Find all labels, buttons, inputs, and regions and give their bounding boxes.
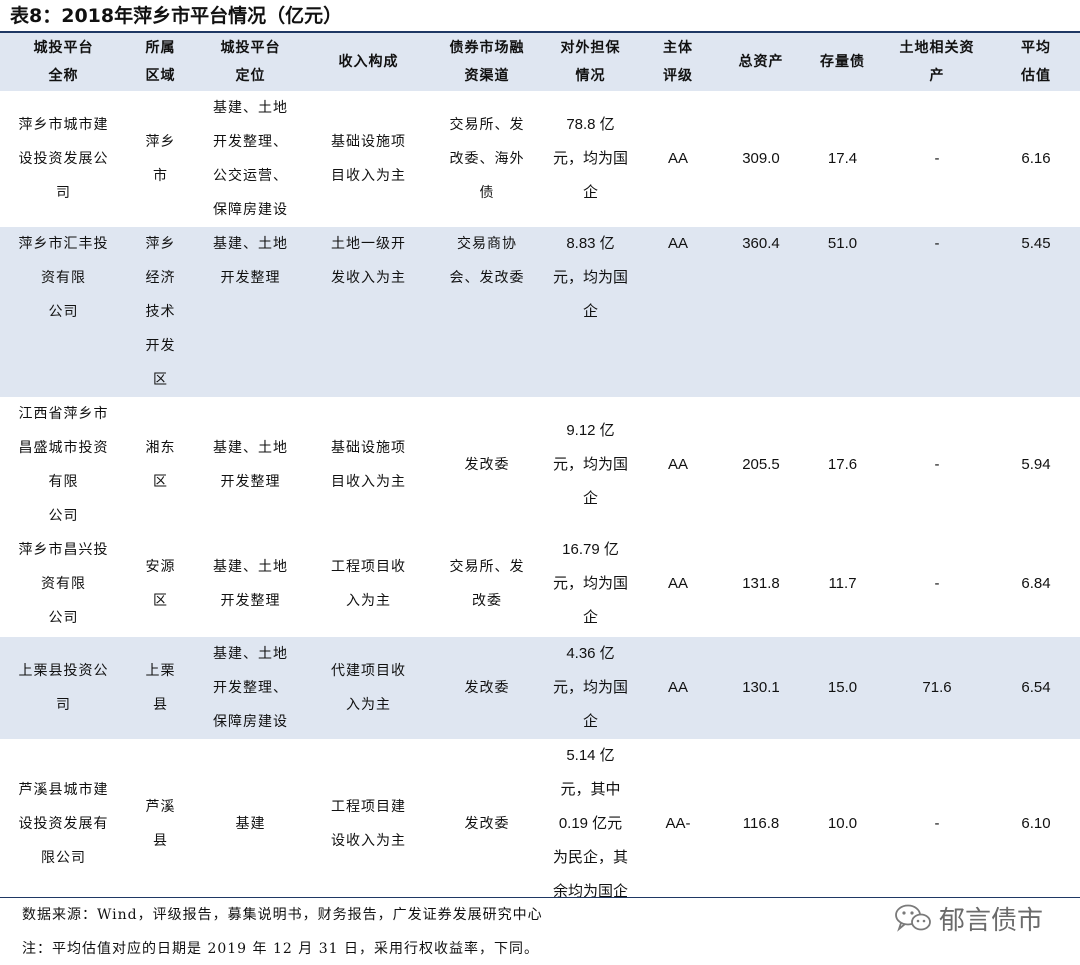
- table-row: 芦溪县城市建 设投资发展有 限公司 芦溪 县 基建 工程项目建 设收入为主 发改…: [0, 739, 1080, 909]
- cell-rating: AA: [667, 456, 688, 473]
- cell-positioning: 基建、土地 开发整理: [213, 559, 288, 609]
- cell-guarantee: 4.36 亿 元，均为国 企: [544, 637, 637, 739]
- cell-land-assets: -: [934, 815, 940, 832]
- cell-revenue: 土地一级开 发收入为主: [307, 227, 430, 397]
- cell-land-assets: -: [882, 227, 992, 397]
- cell-rating: AA: [667, 150, 688, 167]
- cell-rating: AA: [667, 575, 688, 592]
- cell-region: 安源 区: [145, 559, 176, 609]
- watermark-text: 郁言债市: [939, 905, 1044, 936]
- header-row: 城投平台 全称 所属 区域 城投平台 定位 收入构成 债券市场融 资渠道 对外担…: [0, 33, 1080, 91]
- cell-positioning: 基建、土地 开发整理、 保障房建设: [194, 637, 307, 739]
- cell-platform-name: 萍乡市城市建 设投资发展公 司: [18, 117, 109, 201]
- cell-outstanding-debt: 10.0: [827, 815, 858, 832]
- cell-financing-channel: 交易所、发 改委、海外 债: [449, 117, 525, 201]
- cell-total-assets: 360.4: [719, 227, 803, 397]
- cell-total-assets: 116.8: [742, 815, 780, 832]
- header-total-assets: 总资产: [719, 33, 803, 91]
- table-title: 表8：2018年萍乡市平台情况（亿元）: [10, 5, 343, 27]
- cell-total-assets: 205.5: [742, 456, 780, 473]
- cell-land-assets: -: [934, 150, 940, 167]
- header-financing-channel: 债券市场融 资渠道: [430, 33, 544, 91]
- source-note: 数据来源：Wind，评级报告，募集说明书，财务报告，广发证券发展研究中心: [22, 907, 543, 923]
- cell-revenue: 代建项目收 入为主: [307, 637, 430, 739]
- header-platform-name: 城投平台 全称: [0, 33, 127, 91]
- cell-rating: AA: [637, 637, 719, 739]
- table-row: 萍乡市城市建 设投资发展公 司 萍乡 市 基建、土地 开发整理、 公交运营、 保…: [0, 91, 1080, 227]
- header-avg-valuation: 平均 估值: [992, 33, 1080, 91]
- cell-outstanding-debt: 15.0: [803, 637, 882, 739]
- cell-financing-channel: 发改委: [464, 457, 510, 473]
- cell-positioning: 基建、土地 开发整理: [213, 440, 288, 490]
- table-row: 萍乡市汇丰投 资有限 公司 萍乡 经济 技术 开发 区 基建、土地 开发整理 土…: [0, 227, 1080, 397]
- cell-total-assets: 130.1: [719, 637, 803, 739]
- cell-guarantee: 9.12 亿 元，均为国 企: [552, 422, 628, 507]
- cell-revenue: 基础设施项 目收入为主: [331, 134, 406, 184]
- cell-avg-valuation: 6.10: [1021, 815, 1051, 832]
- cell-avg-valuation: 5.45: [992, 227, 1080, 397]
- cell-guarantee: 78.8 亿 元，均为国 企: [552, 116, 628, 201]
- cell-rating: AA-: [665, 815, 691, 832]
- cell-platform-name: 萍乡市昌兴投 资有限 公司: [18, 542, 109, 626]
- cell-platform-name: 芦溪县城市建 设投资发展有 限公司: [18, 782, 109, 866]
- cell-avg-valuation: 5.94: [1021, 456, 1051, 473]
- cell-platform-name: 萍乡市汇丰投 资有限 公司: [0, 227, 127, 397]
- cell-region: 湘东 区: [145, 440, 176, 490]
- cell-platform-name: 江西省萍乡市 昌盛城市投资 有限 公司: [18, 406, 109, 524]
- cell-rating: AA: [637, 227, 719, 397]
- table-row: 萍乡市昌兴投 资有限 公司 安源 区 基建、土地 开发整理 工程项目收 入为主 …: [0, 533, 1080, 637]
- cell-positioning: 基建、土地 开发整理: [194, 227, 307, 397]
- cell-total-assets: 131.8: [742, 575, 780, 592]
- cell-avg-valuation: 6.84: [1021, 575, 1051, 592]
- cell-guarantee: 5.14 亿 元，其中 0.19 亿元 为民企，其 余均为国企: [552, 747, 628, 900]
- cell-land-assets: 71.6: [882, 637, 992, 739]
- cell-positioning: 基建: [235, 816, 266, 832]
- cell-financing-channel: 交易所、发 改委: [449, 559, 525, 609]
- cell-revenue: 基础设施项 目收入为主: [331, 440, 406, 490]
- platform-table: 城投平台 全称 所属 区域 城投平台 定位 收入构成 债券市场融 资渠道 对外担…: [0, 33, 1080, 909]
- cell-land-assets: -: [934, 456, 940, 473]
- table-row: 江西省萍乡市 昌盛城市投资 有限 公司 湘东 区 基建、土地 开发整理 基础设施…: [0, 397, 1080, 533]
- header-rating: 主体 评级: [637, 33, 719, 91]
- cell-guarantee: 16.79 亿 元，均为国 企: [552, 541, 628, 626]
- header-guarantee: 对外担保 情况: [544, 33, 637, 91]
- cell-outstanding-debt: 11.7: [828, 575, 857, 592]
- cell-avg-valuation: 6.16: [1021, 150, 1051, 167]
- cell-region: 萍乡 市: [145, 134, 176, 184]
- header-land-assets: 土地相关资 产: [882, 33, 992, 91]
- cell-outstanding-debt: 17.4: [827, 150, 858, 167]
- cell-financing-channel: 发改委: [430, 637, 544, 739]
- cell-revenue: 工程项目建 设收入为主: [331, 799, 406, 849]
- cell-avg-valuation: 6.54: [992, 637, 1080, 739]
- cell-platform-name: 上栗县投资公 司: [0, 637, 127, 739]
- header-revenue: 收入构成: [307, 33, 430, 91]
- bottom-rule: [0, 897, 1080, 898]
- footnote: 注：平均估值对应的日期是 2019 年 12 月 31 日，采用行权收益率，下同…: [22, 941, 539, 957]
- cell-financing-channel: 交易商协 会、发改委: [430, 227, 544, 397]
- cell-region: 芦溪 县: [145, 799, 176, 849]
- cell-financing-channel: 发改委: [464, 816, 510, 832]
- cell-land-assets: -: [934, 575, 940, 592]
- cell-revenue: 工程项目收 入为主: [331, 559, 406, 609]
- wechat-icon: [893, 903, 933, 933]
- cell-total-assets: 309.0: [742, 150, 780, 167]
- cell-guarantee: 8.83 亿 元，均为国 企: [544, 227, 637, 397]
- cell-positioning: 基建、土地 开发整理、 公交运营、 保障房建设: [213, 100, 288, 218]
- cell-region: 上栗 县: [127, 637, 194, 739]
- header-positioning: 城投平台 定位: [194, 33, 307, 91]
- cell-outstanding-debt: 17.6: [827, 456, 858, 473]
- watermark: 郁言债市: [893, 901, 1044, 936]
- header-outstanding-debt: 存量债: [803, 33, 882, 91]
- header-region: 所属 区域: [127, 33, 194, 91]
- cell-outstanding-debt: 51.0: [803, 227, 882, 397]
- table-row: 上栗县投资公 司 上栗 县 基建、土地 开发整理、 保障房建设 代建项目收 入为…: [0, 637, 1080, 739]
- cell-region: 萍乡 经济 技术 开发 区: [127, 227, 194, 397]
